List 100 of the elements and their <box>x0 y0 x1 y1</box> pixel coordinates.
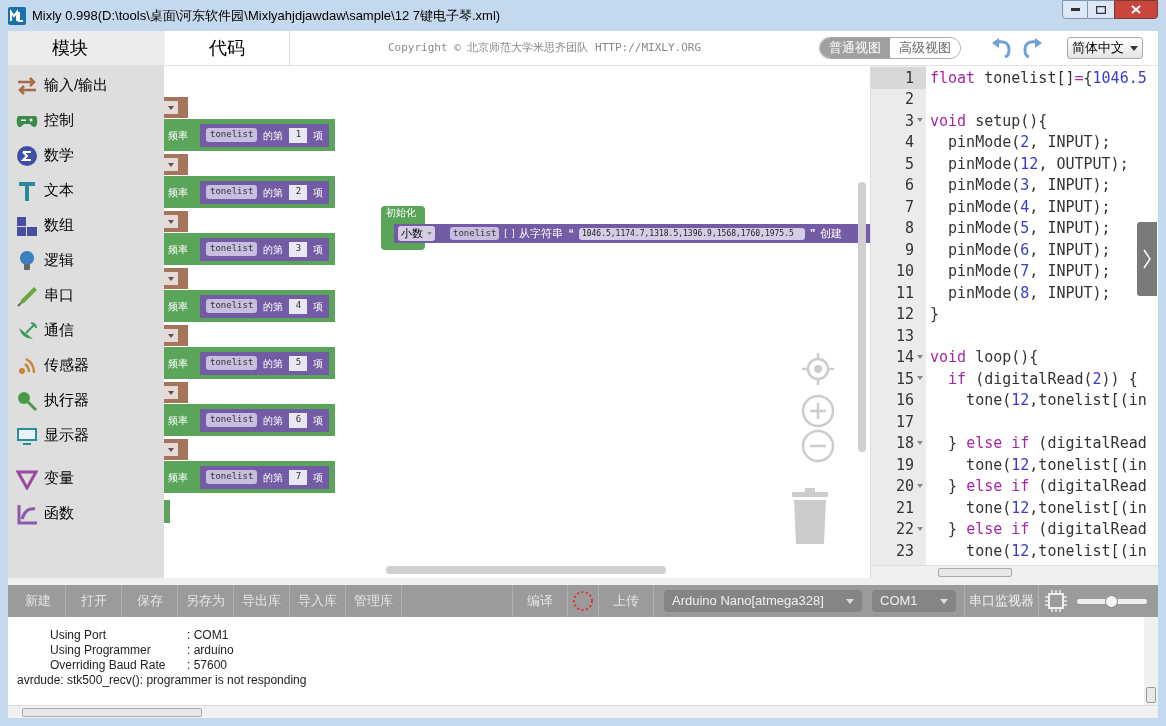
block-label: 频率 <box>168 242 189 257</box>
category-item[interactable]: 执行器 <box>44 389 89 412</box>
zoom-in-icon[interactable] <box>801 394 835 428</box>
code-line: pinMode(3, INPUT); <box>947 175 1111 196</box>
close-button[interactable] <box>1114 0 1158 19</box>
code-line: tone(12,tonelist[(in <box>965 454 1147 476</box>
code-line: pinMode(7, INPUT); <box>947 261 1111 282</box>
line-number: 5 <box>904 153 914 175</box>
maximize-button[interactable] <box>1088 0 1114 19</box>
number-field[interactable]: 4 <box>289 298 308 314</box>
category-item[interactable]: 控制 <box>44 109 74 132</box>
type-dropdown[interactable]: 小数 <box>398 226 435 241</box>
chip-icon[interactable] <box>1045 590 1067 612</box>
fold-icon[interactable] <box>917 376 923 380</box>
line-number: 12 <box>895 304 914 325</box>
bracket-text: [ <box>504 226 507 240</box>
horizontal-scrollbar[interactable] <box>386 566 666 574</box>
block-label: 频率 <box>168 356 189 371</box>
spinner-icon[interactable] <box>572 590 594 612</box>
console-value: : COM1 <box>187 627 229 641</box>
block-label: 项 <box>313 185 324 200</box>
category-item[interactable]: 变量 <box>44 467 74 490</box>
block-label: 的第 <box>263 299 284 314</box>
line-number: 15 <box>895 368 914 390</box>
line-number: 20 <box>895 476 914 497</box>
variable-name: tonelist <box>206 470 258 484</box>
fold-icon[interactable] <box>917 118 923 122</box>
number-field[interactable]: 6 <box>289 412 308 428</box>
line-number: 18 <box>895 433 914 454</box>
block-label: 的第 <box>263 356 284 371</box>
block-label: 的第 <box>263 242 284 257</box>
fold-icon[interactable] <box>917 526 923 531</box>
horizontal-scrollbar[interactable] <box>22 707 202 717</box>
fold-icon[interactable] <box>917 483 923 488</box>
string-field[interactable]: 1046.5,1174.7,1318.5,1396.9,1568,1760,1975.5 <box>578 227 805 240</box>
code-line: pinMode(8, INPUT); <box>947 282 1111 304</box>
tab[interactable]: 模块 <box>8 31 165 65</box>
dropdown-icon <box>168 105 174 110</box>
block-label: 频率 <box>168 299 189 314</box>
category-item[interactable]: 显示器 <box>44 424 89 447</box>
block-label: 从字符串 <box>519 226 564 242</box>
category-item[interactable]: 串口 <box>44 284 74 307</box>
line-number: 19 <box>895 454 914 476</box>
language-dropdown[interactable]: 简体中文 <box>1067 37 1144 59</box>
line-number: 4 <box>904 132 914 153</box>
variable-name: tonelist <box>206 242 258 256</box>
block-label: 项 <box>313 242 324 257</box>
number-field[interactable]: 5 <box>289 355 308 371</box>
block-edge <box>164 500 170 523</box>
vertical-scrollbar[interactable] <box>858 182 866 452</box>
number-field[interactable]: 1 <box>289 127 308 143</box>
close-icon <box>1131 5 1141 14</box>
slider-thumb[interactable] <box>1105 594 1118 608</box>
block-label: 的第 <box>263 185 284 200</box>
line-number: 10 <box>895 261 914 282</box>
code-line: float tonelist[]={1046.5 <box>930 67 1147 89</box>
trash-icon[interactable] <box>790 488 830 544</box>
chevron-right-icon <box>1143 249 1151 269</box>
dropdown-icon <box>168 219 174 224</box>
fold-icon[interactable] <box>917 354 923 359</box>
category-item[interactable]: 通信 <box>44 319 74 342</box>
collapse-handle[interactable] <box>1137 222 1157 296</box>
redo-icon[interactable] <box>1021 38 1044 58</box>
horizontal-scrollbar[interactable] <box>938 567 1012 577</box>
console-value: : 57600 <box>187 657 228 671</box>
block-label: 创建 <box>820 226 843 242</box>
category-item[interactable]: 数学 <box>44 144 74 167</box>
code-line: pinMode(6, INPUT); <box>947 239 1111 261</box>
line-number: 22 <box>895 519 914 540</box>
code-line: pinMode(4, INPUT); <box>947 196 1111 218</box>
fold-icon[interactable] <box>917 440 923 445</box>
category-item[interactable]: 逻辑 <box>44 249 74 272</box>
number-field[interactable]: 3 <box>289 241 308 257</box>
zoom-out-icon[interactable] <box>801 429 835 463</box>
code-line: } else if (digitalRead <box>947 476 1147 497</box>
variable-name: tonelist <box>206 413 258 427</box>
block-label: 项 <box>313 413 324 428</box>
quote-mark: ” <box>809 226 816 242</box>
variable-name: tonelist <box>206 299 258 313</box>
category-item[interactable]: 数组 <box>44 214 74 237</box>
number-field[interactable]: 7 <box>289 469 308 485</box>
number-field[interactable]: 2 <box>289 184 308 200</box>
dropdown-icon <box>168 162 174 167</box>
category-item[interactable]: 传感器 <box>44 354 89 377</box>
vertical-scrollbar[interactable] <box>1146 687 1156 703</box>
line-number: 14 <box>895 347 914 368</box>
category-item[interactable]: 文本 <box>44 179 74 202</box>
line-number: 1 <box>904 67 914 89</box>
minimize-button[interactable] <box>1062 0 1088 19</box>
category-item[interactable]: 函数 <box>44 502 74 525</box>
caret-icon <box>427 232 432 235</box>
block-label: 频率 <box>168 470 189 485</box>
line-number: 3 <box>904 110 914 132</box>
target-icon[interactable] <box>801 352 835 386</box>
block-label: 的第 <box>263 413 284 428</box>
block-label: 项 <box>313 470 324 485</box>
category-item[interactable]: 输入/输出 <box>44 74 109 97</box>
line-number: 16 <box>895 390 914 411</box>
line-number: 11 <box>895 282 914 304</box>
caret-icon <box>940 598 948 604</box>
